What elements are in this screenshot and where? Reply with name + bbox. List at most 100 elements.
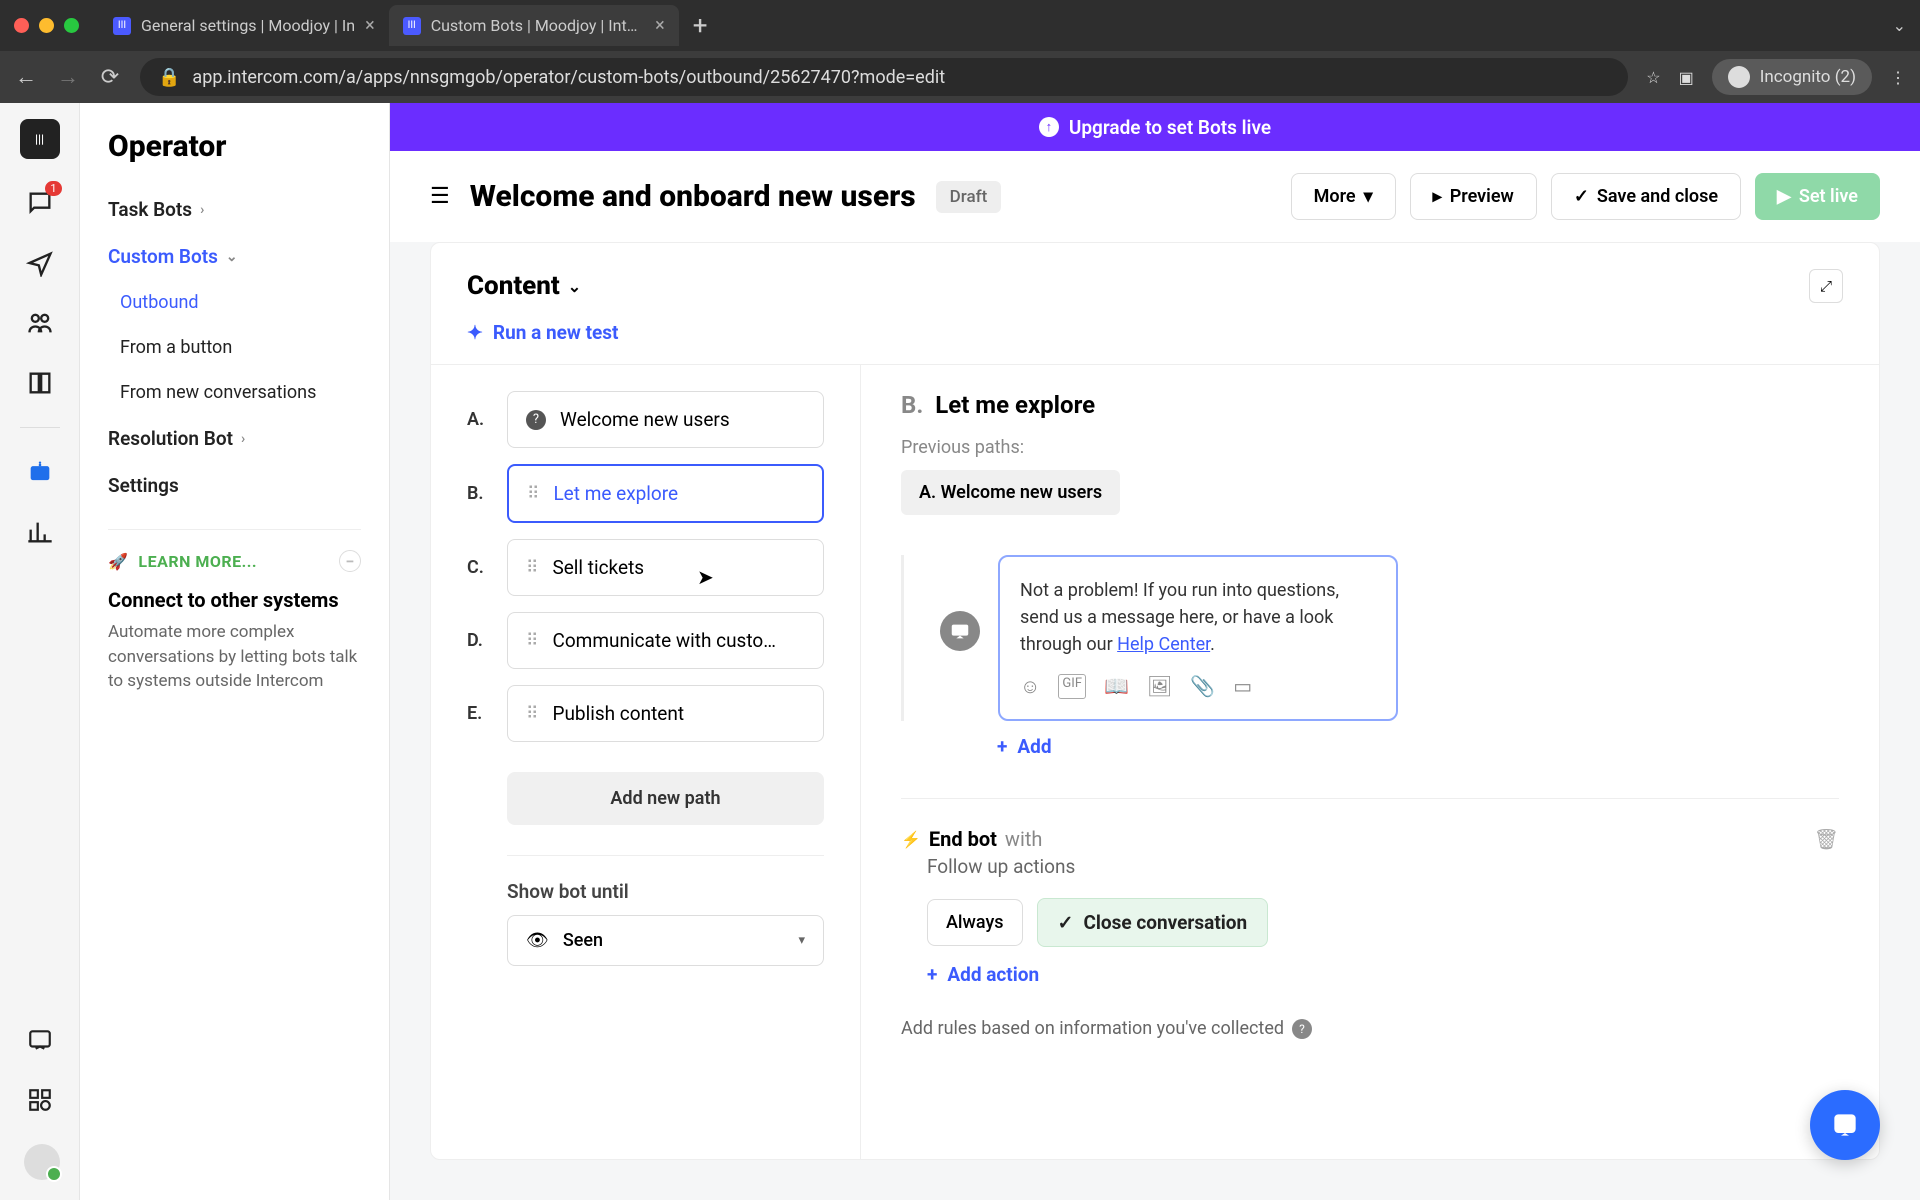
msg-text-post: . bbox=[1210, 634, 1215, 655]
previous-path-chip[interactable]: A. Welcome new users bbox=[901, 470, 1120, 515]
drag-handle-icon[interactable]: ⠿ bbox=[526, 704, 538, 724]
rules-hint-text: Add rules based on information you've co… bbox=[901, 1018, 1284, 1039]
sidebar-item-resolution-bot[interactable]: Resolution Bot › bbox=[80, 415, 389, 462]
save-close-button[interactable]: ✓ Save and close bbox=[1551, 173, 1741, 220]
bolt-icon: ⚡ bbox=[901, 830, 921, 849]
attachment-icon[interactable]: 📎 bbox=[1190, 674, 1215, 699]
button-label: Set live bbox=[1799, 186, 1858, 207]
close-conversation-chip[interactable]: ✓ Close conversation bbox=[1037, 898, 1269, 947]
add-action-button[interactable]: + Add action bbox=[927, 963, 1814, 986]
path-card-c[interactable]: ⠿ Sell tickets bbox=[507, 539, 824, 596]
back-button[interactable]: ← bbox=[14, 64, 38, 90]
new-tab-button[interactable]: + bbox=[693, 11, 708, 41]
apps-icon[interactable] bbox=[24, 1084, 56, 1116]
button-label: Save and close bbox=[1597, 186, 1718, 207]
browser-tab-1[interactable]: III Custom Bots | Moodjoy | Interc × bbox=[389, 5, 679, 46]
sidebar-item-custom-bots[interactable]: Custom Bots ⌄ bbox=[80, 233, 389, 280]
image-icon[interactable]: 🖼 bbox=[1147, 674, 1172, 699]
content-heading[interactable]: Content ⌄ bbox=[467, 271, 581, 301]
reports-icon[interactable] bbox=[24, 516, 56, 548]
message-card[interactable]: Not a problem! If you run into questions… bbox=[998, 555, 1398, 721]
run-test-link[interactable]: ✦ Run a new test bbox=[467, 321, 1843, 344]
detail-title-text: Let me explore bbox=[935, 391, 1095, 419]
path-label: Let me explore bbox=[553, 482, 678, 505]
path-card-e[interactable]: ⠿ Publish content bbox=[507, 685, 824, 742]
sidebar-item-label: Custom Bots bbox=[108, 245, 218, 268]
learn-more-label: LEARN MORE... bbox=[138, 552, 257, 571]
inbox-icon[interactable]: 1 bbox=[24, 187, 56, 219]
collapse-icon[interactable]: − bbox=[339, 550, 361, 572]
sidebar-item-from-button[interactable]: From a button bbox=[80, 325, 389, 370]
end-bot-section: ⚡ End bot with Follow up actions Always … bbox=[901, 798, 1839, 1039]
path-card-b[interactable]: ⠿ Let me explore bbox=[507, 464, 824, 523]
title-bar: ☰ Welcome and onboard new users Draft Mo… bbox=[390, 151, 1920, 242]
hamburger-icon[interactable]: ☰ bbox=[430, 184, 450, 209]
close-tab-icon[interactable]: × bbox=[655, 15, 665, 36]
intercom-logo-icon[interactable]: ||| bbox=[20, 119, 60, 159]
add-message-button[interactable]: + Add bbox=[997, 735, 1839, 758]
tab-title: General settings | Moodjoy | In bbox=[141, 16, 355, 35]
panel-icon[interactable]: ▣ bbox=[1679, 68, 1694, 87]
messenger-icon[interactable] bbox=[24, 1024, 56, 1056]
incognito-indicator[interactable]: Incognito (2) bbox=[1712, 59, 1872, 95]
check-icon: ✓ bbox=[1574, 186, 1589, 207]
expand-icon[interactable]: ⤢ bbox=[1809, 269, 1843, 303]
sidebar-item-task-bots[interactable]: Task Bots › bbox=[80, 186, 389, 233]
maximize-window-icon[interactable] bbox=[64, 18, 79, 33]
articles-icon[interactable] bbox=[24, 367, 56, 399]
path-card-a[interactable]: ? Welcome new users bbox=[507, 391, 824, 448]
follow-up-label: Follow up actions bbox=[927, 855, 1814, 878]
delete-icon[interactable]: 🗑 bbox=[1814, 827, 1839, 1039]
play-icon: ▸ bbox=[1433, 186, 1442, 207]
show-until-label: Show bot until bbox=[507, 880, 824, 903]
forward-button[interactable]: → bbox=[56, 64, 80, 90]
set-live-button[interactable]: ▶ Set live bbox=[1755, 173, 1880, 220]
connect-card[interactable]: Connect to other systems Automate more c… bbox=[80, 572, 389, 710]
intercom-launcher[interactable] bbox=[1810, 1090, 1880, 1160]
article-icon[interactable]: 📖 bbox=[1104, 674, 1129, 699]
drag-handle-icon[interactable]: ⠿ bbox=[526, 631, 538, 651]
outbound-icon[interactable] bbox=[24, 247, 56, 279]
app-icon[interactable]: ▭ bbox=[1233, 674, 1252, 699]
more-button[interactable]: More ▾ bbox=[1291, 173, 1396, 220]
reload-button[interactable]: ⟳ bbox=[98, 65, 122, 90]
drag-handle-icon[interactable]: ⠿ bbox=[526, 558, 538, 578]
sidebar-item-outbound[interactable]: Outbound bbox=[80, 280, 389, 325]
operator-icon[interactable] bbox=[24, 456, 56, 488]
learn-more-toggle[interactable]: 🚀 LEARN MORE... − bbox=[80, 550, 389, 572]
contacts-icon[interactable] bbox=[24, 307, 56, 339]
tab-list: III General settings | Moodjoy | In × II… bbox=[99, 5, 707, 46]
button-label: Preview bbox=[1450, 186, 1514, 207]
connect-desc: Automate more complex conversations by l… bbox=[108, 620, 361, 694]
add-path-button[interactable]: Add new path bbox=[507, 772, 824, 825]
star-icon[interactable]: ☆ bbox=[1646, 68, 1660, 87]
address-bar: ← → ⟳ 🔒 app.intercom.com/a/apps/nnsgmgob… bbox=[0, 51, 1920, 103]
add-action-label: Add action bbox=[947, 963, 1039, 986]
path-letter: A. bbox=[467, 409, 491, 430]
seen-select[interactable]: 👁 Seen ▾ bbox=[507, 915, 824, 966]
user-avatar[interactable] bbox=[24, 1144, 60, 1180]
help-center-link[interactable]: Help Center bbox=[1117, 634, 1210, 655]
inbox-badge: 1 bbox=[45, 181, 61, 196]
chevron-down-icon[interactable]: ⌄ bbox=[1893, 16, 1906, 35]
detail-title: B. Let me explore bbox=[901, 391, 1839, 419]
gif-icon[interactable]: GIF bbox=[1058, 674, 1086, 699]
detail-letter: B. bbox=[901, 391, 923, 419]
emoji-icon[interactable]: ☺ bbox=[1020, 674, 1040, 699]
browser-tab-strip: III General settings | Moodjoy | In × II… bbox=[0, 0, 1920, 51]
url-input[interactable]: 🔒 app.intercom.com/a/apps/nnsgmgob/opera… bbox=[140, 58, 1628, 96]
sidebar-item-settings[interactable]: Settings bbox=[80, 462, 389, 509]
help-icon[interactable]: ? bbox=[1292, 1019, 1312, 1039]
minimize-window-icon[interactable] bbox=[39, 18, 54, 33]
browser-tab-0[interactable]: III General settings | Moodjoy | In × bbox=[99, 5, 389, 46]
upgrade-banner[interactable]: ↑ Upgrade to set Bots live bbox=[390, 103, 1920, 151]
drag-handle-icon[interactable]: ⠿ bbox=[527, 484, 539, 504]
close-tab-icon[interactable]: × bbox=[365, 15, 375, 36]
sidebar-item-from-new[interactable]: From new conversations bbox=[80, 370, 389, 415]
kebab-icon[interactable]: ⋮ bbox=[1890, 68, 1906, 87]
message-text[interactable]: Not a problem! If you run into questions… bbox=[1020, 577, 1376, 658]
path-card-d[interactable]: ⠿ Communicate with custo… bbox=[507, 612, 824, 669]
always-chip[interactable]: Always bbox=[927, 899, 1023, 946]
preview-button[interactable]: ▸ Preview bbox=[1410, 173, 1537, 220]
close-window-icon[interactable] bbox=[14, 18, 29, 33]
